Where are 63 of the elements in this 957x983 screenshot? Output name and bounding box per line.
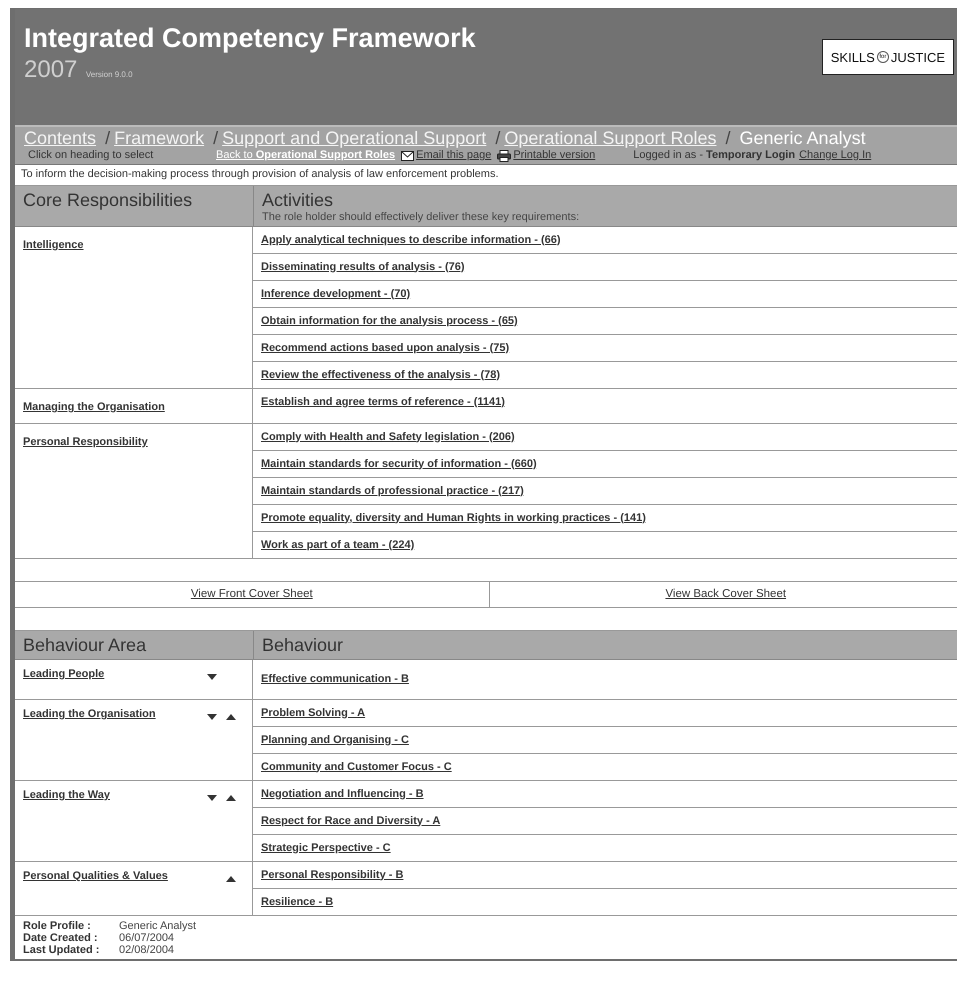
info-label: Last Updated : <box>23 944 100 956</box>
year-label: 2007 <box>24 56 78 83</box>
move-up-icon[interactable] <box>226 714 236 720</box>
email-link[interactable]: Email this page <box>416 149 492 162</box>
version-label: Version 9.0.0 <box>86 70 133 79</box>
move-up-icon[interactable] <box>226 795 236 801</box>
activity-link[interactable]: Recommend actions based upon analysis - (75) <box>261 342 510 354</box>
column-header: Activities <box>262 190 334 211</box>
behaviour-link[interactable]: Negotiation and Influencing - B <box>261 788 424 800</box>
responsibility-link[interactable]: Personal Responsibility <box>23 436 148 448</box>
activity-link[interactable]: Obtain information for the analysis process - (65) <box>261 314 518 326</box>
move-down-icon[interactable] <box>207 795 217 801</box>
printer-icon <box>497 150 512 162</box>
breadcrumb-current: Generic Analyst <box>740 128 866 148</box>
breadcrumb-separator: / <box>213 128 218 148</box>
column-header: Core Responsibilities <box>23 190 194 211</box>
behaviour-area-link[interactable]: Personal Qualities & Values <box>23 870 168 882</box>
hint-text: Click on heading to select <box>28 149 154 162</box>
column-header: Behaviour Area <box>23 635 148 656</box>
activity-link[interactable]: Inference development - (70) <box>261 288 410 300</box>
behaviour-link[interactable]: Strategic Perspective - C <box>261 842 391 854</box>
activity-link[interactable]: Review the effectiveness of the analysis - (78) <box>261 368 500 380</box>
info-label: Date Created : <box>23 932 99 944</box>
move-down-icon[interactable] <box>207 714 217 720</box>
cover-sheet-link[interactable]: View Front Cover Sheet <box>190 588 313 600</box>
activity-link[interactable]: Promote equality, diversity and Human Rights in working practices - (141) <box>261 512 646 524</box>
info-value: Generic Analyst <box>119 920 198 932</box>
activity-link[interactable]: Work as part of a team - (224) <box>261 538 414 550</box>
move-up-icon[interactable] <box>226 876 236 882</box>
column-header: Behaviour <box>262 635 344 656</box>
responsibility-link[interactable]: Intelligence <box>23 239 84 251</box>
behaviour-link[interactable]: Effective communication - B <box>261 672 409 684</box>
breadcrumb-separator: / <box>105 128 110 148</box>
behaviour-link[interactable]: Community and Customer Focus - C <box>261 760 452 772</box>
activity-link[interactable]: Disseminating results of analysis - (76) <box>261 260 465 272</box>
page-title: Integrated Competency Framework <box>24 23 476 54</box>
cover-sheet-link[interactable]: View Back Cover Sheet <box>665 588 786 600</box>
activity-link[interactable]: Apply analytical techniques to describe information - (66) <box>261 234 561 246</box>
info-value: 02/08/2004 <box>119 944 176 956</box>
behaviour-area-link[interactable]: Leading the Way <box>23 789 110 801</box>
envelope-icon <box>401 150 414 160</box>
activity-link[interactable]: Maintain standards for security of information - (660) <box>261 458 537 470</box>
activity-link[interactable]: Establish and agree terms of reference - (1141) <box>261 396 505 408</box>
behaviour-link[interactable]: Personal Responsibility - B <box>261 868 404 880</box>
behaviour-link[interactable]: Respect for Race and Diversity - A <box>261 814 440 826</box>
activity-link[interactable]: Maintain standards of professional practice - (217) <box>261 484 524 496</box>
role-description: To inform the decision-making process through provision of analysis of law enforcement problems. <box>15 164 957 186</box>
column-subtitle: The role holder should effectively deliver these key requirements: <box>262 211 580 223</box>
login-status: Logged in as - Temporary Login <box>633 149 796 162</box>
behaviour-link[interactable]: Planning and Organising - C <box>261 734 409 746</box>
info-value: 06/07/2004 <box>119 932 176 944</box>
behaviour-link[interactable]: Resilience - B <box>261 896 334 908</box>
breadcrumb-separator: / <box>725 128 730 148</box>
behaviour-area-link[interactable]: Leading the Organisation <box>23 708 156 720</box>
change-login-link[interactable]: Change Log In <box>799 149 872 162</box>
info-label: Role Profile : <box>23 920 92 932</box>
activity-link[interactable]: Comply with Health and Safety legislation - (206) <box>261 430 515 442</box>
behaviour-link[interactable]: Problem Solving - A <box>261 706 366 718</box>
print-link[interactable]: Printable version <box>513 149 596 162</box>
responsibility-link[interactable]: Managing the Organisation <box>23 401 165 413</box>
move-down-icon[interactable] <box>207 674 217 680</box>
behaviour-area-link[interactable]: Leading People <box>23 668 104 680</box>
breadcrumb-separator: / <box>495 128 500 148</box>
